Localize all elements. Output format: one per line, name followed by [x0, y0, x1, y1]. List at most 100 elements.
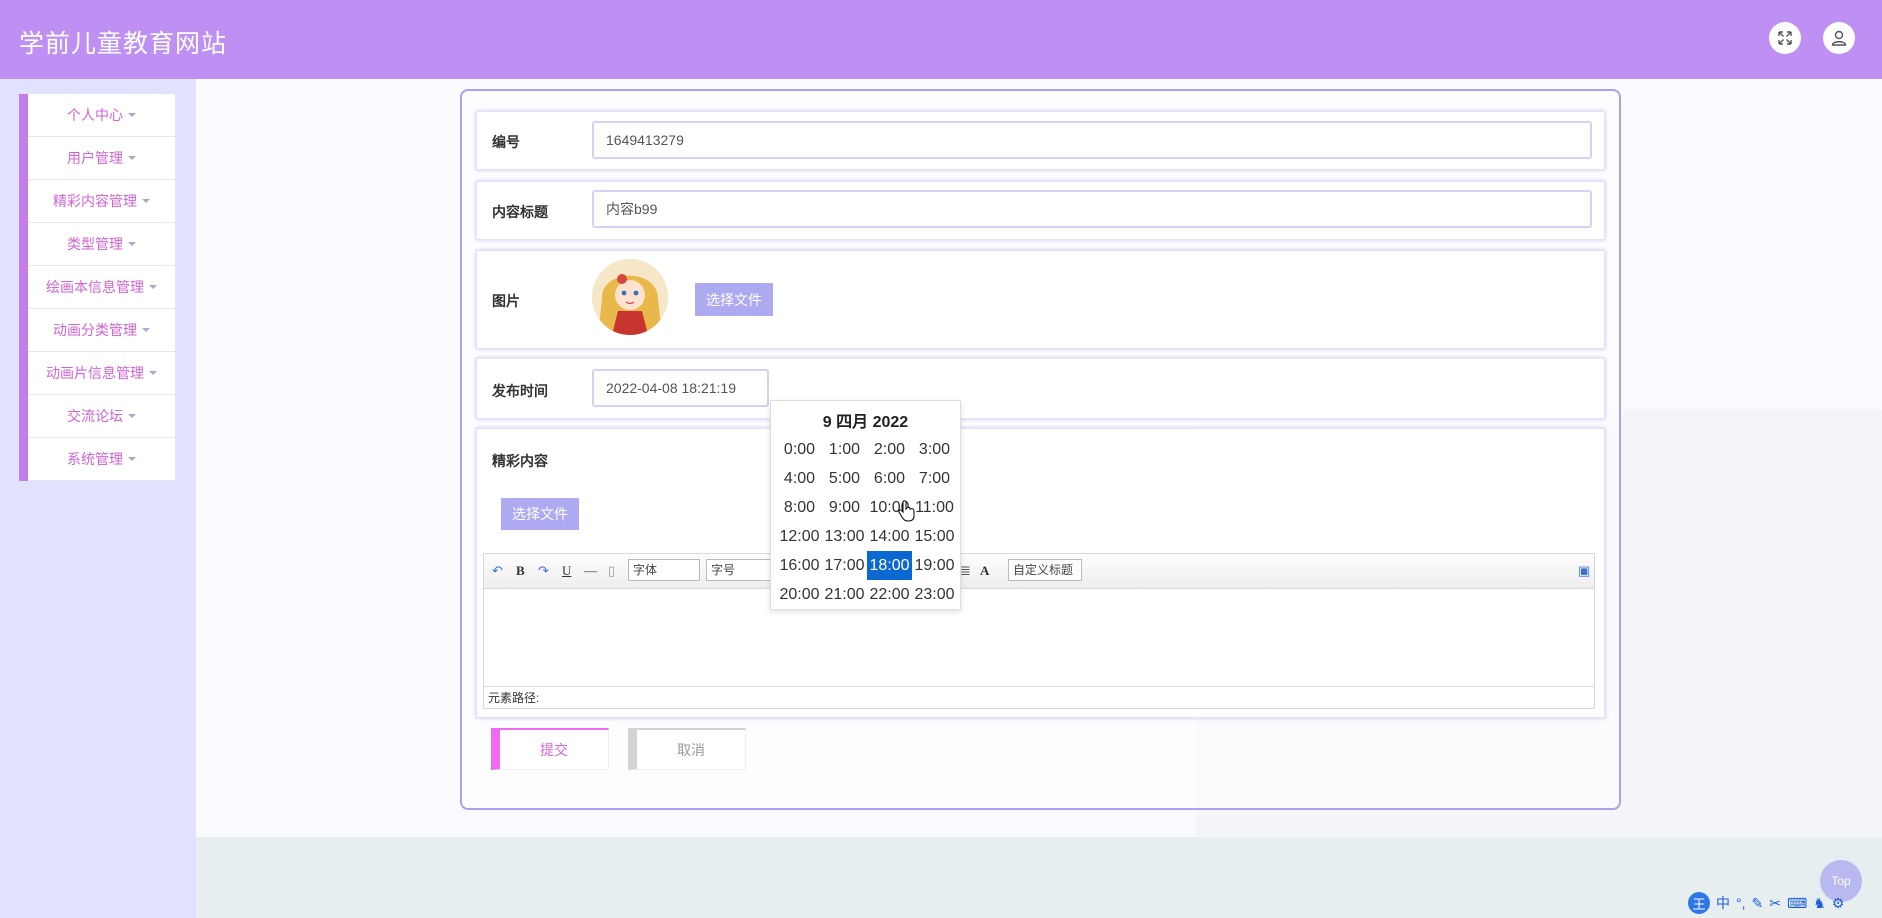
hour-option[interactable]: 15:00 — [912, 522, 957, 551]
hour-option[interactable]: 20:00 — [777, 580, 822, 609]
choose-image-button[interactable]: 选择文件 — [695, 283, 773, 316]
keyboard-icon[interactable]: ⌨ — [1787, 895, 1807, 912]
cartoon-girl-image — [592, 259, 668, 335]
id-input[interactable]: 1649413279 — [592, 121, 1592, 159]
hour-option[interactable]: 11:00 — [912, 493, 957, 522]
expand-icon — [1778, 31, 1792, 45]
hour-grid: 0:00 1:00 2:00 3:00 4:00 5:00 6:00 7:00 8:00 9:00… — [777, 435, 957, 609]
user-icon — [1831, 30, 1847, 46]
hour-option[interactable]: 5:00 — [822, 464, 867, 493]
hour-option[interactable]: 12:00 — [777, 522, 822, 551]
sidebar-item-label: 交流论坛 — [67, 408, 123, 424]
horizontal-rule-icon[interactable]: — — [584, 563, 597, 579]
font-color-icon[interactable]: A — [980, 563, 989, 579]
sidebar-item-types[interactable]: 类型管理 — [28, 223, 175, 266]
ime-mode[interactable]: 中 — [1716, 893, 1730, 913]
hour-option[interactable]: 13:00 — [822, 522, 867, 551]
caret-down-icon — [149, 285, 157, 289]
form-row-id: 编号 1649413279 — [476, 111, 1605, 170]
caret-down-icon — [142, 328, 150, 332]
sidebar-item-label: 类型管理 — [67, 236, 123, 252]
user-button[interactable] — [1823, 22, 1855, 54]
font-size-select[interactable]: 字号 — [706, 559, 778, 581]
document-icon[interactable]: ▯ — [608, 563, 615, 579]
underline-icon[interactable]: U — [562, 563, 571, 579]
undo-icon[interactable]: ↶ — [492, 563, 503, 579]
sidebar-item-animations[interactable]: 动画片信息管理 — [28, 352, 175, 395]
scissors-icon[interactable]: ✂ — [1769, 895, 1781, 912]
hour-option[interactable]: 1:00 — [822, 435, 867, 464]
choose-content-file-button[interactable]: 选择文件 — [501, 498, 579, 530]
sidebar-item-label: 绘画本信息管理 — [46, 279, 144, 295]
caret-down-icon — [128, 242, 136, 246]
sidebar-item-label: 用户管理 — [67, 150, 123, 166]
hour-option[interactable]: 4:00 — [777, 464, 822, 493]
sidebar-menu: 个人中心 用户管理 精彩内容管理 类型管理 绘画本信息管理 动画分类管理 动画片… — [19, 94, 175, 481]
font-size-value: 字号 — [711, 563, 736, 577]
editor-status-bar: 元素路径: — [484, 686, 1594, 708]
datetime-picker: 9 四月 2022 0:00 1:00 2:00 3:00 4:00 5:00 6:00 7:… — [770, 400, 961, 610]
form-row-title: 内容标题 内容b99 — [476, 181, 1605, 240]
picker-date-title: 9 四月 2022 — [822, 414, 909, 431]
hour-option[interactable]: 16:00 — [777, 551, 822, 580]
hour-option[interactable]: 7:00 — [912, 464, 957, 493]
hour-option[interactable]: 8:00 — [777, 493, 822, 522]
image-label: 图片 — [492, 293, 520, 309]
custom-title-select[interactable]: 自定义标题 — [1008, 559, 1082, 581]
hour-option[interactable]: 14:00 — [867, 522, 912, 551]
sidebar-item-forum[interactable]: 交流论坛 — [28, 395, 175, 438]
cancel-button[interactable]: 取消 — [628, 728, 746, 770]
punctuation-icon[interactable]: °, — [1736, 895, 1746, 911]
fullscreen-editor-icon[interactable]: ▣ — [1578, 563, 1590, 579]
align-icon[interactable]: ≣ — [960, 563, 971, 579]
sidebar-item-users[interactable]: 用户管理 — [28, 137, 175, 180]
content-label: 精彩内容 — [492, 453, 548, 469]
caret-down-icon — [149, 371, 157, 375]
settings-icon[interactable]: ⚙ — [1832, 895, 1845, 912]
caret-down-icon — [128, 457, 136, 461]
form-row-publish-time: 发布时间 2022-04-08 18:21:19 — [476, 358, 1605, 419]
sidebar-item-featured-content[interactable]: 精彩内容管理 — [28, 180, 175, 223]
font-family-value: 字体 — [633, 563, 658, 577]
hour-option[interactable]: 0:00 — [777, 435, 822, 464]
custom-title-value: 自定义标题 — [1013, 563, 1074, 577]
hour-option[interactable]: 18:00 — [867, 551, 912, 580]
hour-option[interactable]: 17:00 — [822, 551, 867, 580]
hour-option[interactable]: 2:00 — [867, 435, 912, 464]
bold-icon[interactable]: B — [516, 563, 525, 579]
id-label: 编号 — [492, 134, 520, 150]
top-header: 学前儿童教育网站 — [0, 0, 1882, 79]
sidebar-item-label: 精彩内容管理 — [53, 193, 137, 209]
editor-toolbar: ↶ B ↷ U — ▯ 字体 字号 ≣ A 自定义标题 ▣ — [484, 554, 1594, 589]
rich-text-editor: ↶ B ↷ U — ▯ 字体 字号 ≣ A 自定义标题 ▣ 元素路径: — [483, 553, 1595, 709]
publish-time-input[interactable]: 2022-04-08 18:21:19 — [592, 369, 769, 407]
caret-down-icon — [142, 199, 150, 203]
fullscreen-button[interactable] — [1769, 22, 1801, 54]
font-family-select[interactable]: 字体 — [628, 559, 700, 581]
hour-option[interactable]: 6:00 — [867, 464, 912, 493]
redo-icon[interactable]: ↷ — [538, 563, 549, 579]
sidebar-item-drawing-books[interactable]: 绘画本信息管理 — [28, 266, 175, 309]
hour-option[interactable]: 3:00 — [912, 435, 957, 464]
hand-cursor-icon — [898, 500, 915, 522]
ime-logo[interactable]: 王 — [1688, 892, 1710, 914]
submit-button[interactable]: 提交 — [491, 728, 609, 770]
publish-time-label: 发布时间 — [492, 383, 548, 399]
caret-down-icon — [128, 156, 136, 160]
sidebar-item-personal-center[interactable]: 个人中心 — [28, 94, 175, 137]
hour-option[interactable]: 9:00 — [822, 493, 867, 522]
title-label: 内容标题 — [492, 204, 548, 220]
hour-option[interactable]: 19:00 — [912, 551, 957, 580]
footer-band — [196, 837, 1882, 918]
ime-toolbar: 王 中 °, ✎ ✂ ⌨ ♞ ⚙ — [1688, 892, 1844, 914]
sidebar-item-animation-categories[interactable]: 动画分类管理 — [28, 309, 175, 352]
pen-icon[interactable]: ✎ — [1752, 895, 1764, 912]
title-input[interactable]: 内容b99 — [592, 190, 1592, 228]
sidebar-item-system[interactable]: 系统管理 — [28, 438, 175, 481]
sidebar-item-label: 个人中心 — [67, 107, 123, 123]
hour-option[interactable]: 23:00 — [912, 580, 957, 609]
hour-option[interactable]: 22:00 — [867, 580, 912, 609]
caret-down-icon — [128, 113, 136, 117]
hour-option[interactable]: 21:00 — [822, 580, 867, 609]
skin-icon[interactable]: ♞ — [1813, 895, 1826, 912]
